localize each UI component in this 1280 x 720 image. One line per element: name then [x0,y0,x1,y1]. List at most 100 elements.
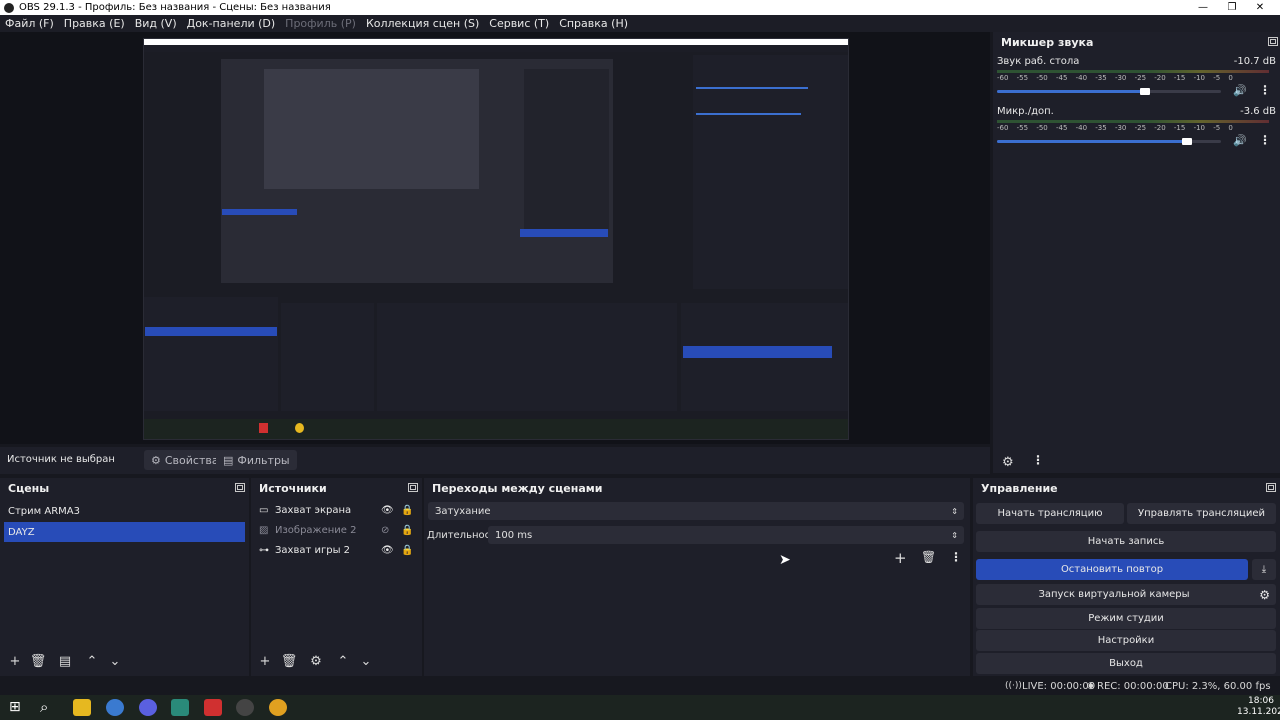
meter-tick-label: -35 [1095,74,1107,82]
lock-icon[interactable]: 🔒 [401,525,413,536]
volume-slider[interactable] [997,88,1221,95]
lock-icon[interactable]: 🔒 [401,505,413,516]
source-item[interactable]: ▭ Захват экрана 👁 🔒 [255,500,418,520]
close-button[interactable]: ✕ [1240,0,1280,15]
meter-tick-label: -60 [997,74,1009,82]
channel-menu-icon[interactable]: ⋮ [1259,133,1271,147]
lock-icon[interactable]: 🔒 [401,545,413,556]
source-item-hidden[interactable]: ▨ Изображение 2 ⊘ 🔒 [255,520,418,540]
gear-icon[interactable]: ⚙ [1002,455,1014,470]
gear-icon[interactable]: ⚙ [1259,588,1270,602]
meter-tick-label: -45 [1055,124,1068,132]
app-red-icon[interactable] [204,699,222,716]
start-record-button[interactable]: Начать запись [976,531,1276,552]
studio-mode-button[interactable]: Режим студии [976,608,1276,629]
duration-spinbox[interactable]: 100 ms ⇕ [488,526,964,544]
dock-undock-icon[interactable] [1268,37,1278,46]
mouse-cursor-icon: ➤ [779,552,791,568]
spin-arrows-icon[interactable]: ⇕ [951,531,958,540]
obs-icon[interactable] [236,699,254,716]
gear-icon[interactable]: ⚙ [305,652,327,670]
chrome-icon[interactable] [269,699,287,716]
volume-slider[interactable] [997,138,1221,145]
add-icon[interactable]: + [894,549,907,567]
properties-button[interactable]: ⚙ Свойства [144,450,226,470]
filter-icon: ▤ [223,453,234,467]
clock-date: 13.11.2024 [1237,707,1280,717]
mixer-menu-icon[interactable]: ⋮ [1032,453,1044,467]
virtual-camera-button[interactable]: Запуск виртуальной камеры ⚙ [976,584,1276,605]
arrow-up-icon[interactable]: ⌃ [332,652,354,670]
scene-item[interactable]: Стрим ARMA3 [4,501,245,521]
dock-undock-icon[interactable] [235,483,245,492]
arrow-down-icon[interactable]: ⌄ [355,652,377,670]
windows-start-icon[interactable]: ⊞ [9,699,21,715]
settings-button[interactable]: Настройки [976,630,1276,651]
dock-undock-icon[interactable] [1266,483,1276,492]
transition-select[interactable]: Затухание ⇕ [428,502,964,520]
eye-icon[interactable]: 👁 [381,505,394,516]
meter-tick-label: -25 [1134,74,1147,82]
scene-item-selected[interactable]: DAYZ [4,522,245,542]
dock-undock-icon[interactable] [408,483,418,492]
app-icon[interactable] [106,699,124,716]
stop-replay-button[interactable]: Остановить повтор [976,559,1248,580]
manage-stream-button[interactable]: Управлять трансляцией [1127,503,1276,524]
start-stream-button[interactable]: Начать трансляцию [976,503,1124,524]
source-label: Изображение 2 [275,524,357,536]
gear-icon: ⚙ [151,453,161,467]
add-icon[interactable]: + [4,652,26,670]
volume-knob[interactable] [1139,88,1150,95]
save-replay-button[interactable]: ⤓ [1252,559,1276,580]
meter-tick-label: -40 [1075,124,1088,132]
menu-help[interactable]: Справка (H) [554,17,633,30]
transition-selected: Затухание [435,505,491,517]
menu-file[interactable]: Файл (F) [0,17,59,30]
meter-tick-label: -55 [1016,124,1029,132]
eye-icon[interactable]: 👁 [381,545,394,556]
file-explorer-icon[interactable] [73,699,91,716]
meter-tick-label: -5 [1213,74,1221,82]
app-window-icon[interactable] [171,699,189,716]
meter-tick-label: -15 [1173,74,1186,82]
transitions-title: Переходы между сценами [432,481,603,495]
trash-icon[interactable]: 🗑 [27,652,49,670]
volume-fill [997,90,1145,93]
arrow-down-icon[interactable]: ⌄ [104,652,126,670]
menu-edit[interactable]: Правка (E) [59,17,130,30]
scene-label: DAYZ [8,526,35,538]
discord-icon[interactable] [139,699,157,716]
menu-view[interactable]: Вид (V) [130,17,182,30]
controls-dock: Управление Начать трансляцию Управлять т… [973,478,1280,676]
meter-tick-label: -10 [1193,124,1205,132]
speaker-icon[interactable]: 🔊 [1233,84,1247,97]
live-signal-icon: ((·)) [1005,681,1022,691]
transition-menu-icon[interactable]: ⋮ [950,550,962,564]
filters-button[interactable]: ▤ Фильтры [216,450,297,470]
trash-icon[interactable]: 🗑 [278,652,300,670]
exit-button[interactable]: Выход [976,653,1276,674]
trash-icon[interactable]: 🗑 [921,550,936,564]
download-icon: ⤓ [1261,564,1267,575]
meter-tick-label: -20 [1154,74,1166,82]
meter-tick-label: -35 [1095,124,1107,132]
channel-menu-icon[interactable]: ⋮ [1259,83,1271,97]
volume-knob[interactable] [1182,138,1193,145]
mixer-channel-db: -3.6 dB [1240,106,1276,117]
meter-tick-label: -50 [1036,124,1048,132]
filter-icon[interactable]: ▤ [54,652,76,670]
arrow-up-icon[interactable]: ⌃ [81,652,103,670]
duration-value: 100 ms [495,529,533,541]
sources-dock: Источники ▭ Захват экрана 👁 🔒 ▨ Изображе… [251,478,422,676]
menu-scene-collection[interactable]: Коллекция сцен (S) [361,17,484,30]
menu-docks[interactable]: Док-панели (D) [182,17,281,30]
menu-tools[interactable]: Сервис (T) [484,17,554,30]
search-icon[interactable]: ⌕ [40,698,48,716]
status-bar: ((·)) LIVE: 00:00:00 ◉ REC: 00:00:00 CPU… [0,678,1280,695]
speaker-icon[interactable]: 🔊 [1233,134,1247,147]
source-item[interactable]: ⊶ Захват игры 2 👁 🔒 [255,540,418,560]
meter-ticks: -60 -55 -50 -45 -40 -35 -30 -25 -20 -15 -10 -5 0 [997,74,1233,82]
scenes-dock: Сцены Стрим ARMA3 DAYZ + 🗑 ▤ ⌃ ⌄ [0,478,249,676]
eye-off-icon[interactable]: ⊘ [381,525,389,536]
add-icon[interactable]: + [254,652,276,670]
